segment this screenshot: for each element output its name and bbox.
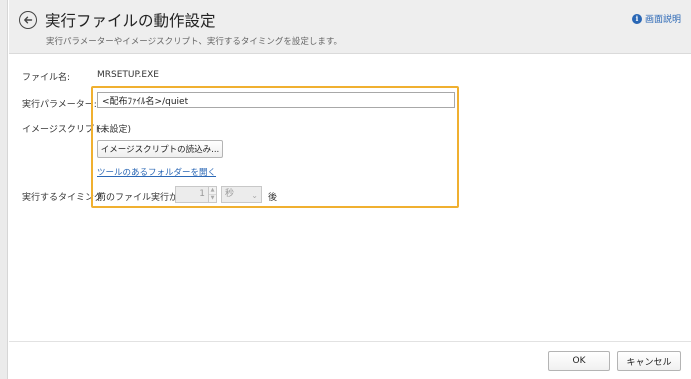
footer-divider <box>9 341 691 342</box>
left-edge-strip <box>0 0 8 379</box>
timing-unit-value: 秒 <box>225 189 235 199</box>
help-link[interactable]: i 画面説明 <box>631 12 681 25</box>
chevron-down-icon: ⌄ <box>251 191 258 200</box>
timing-prefix-text: 前のファイル実行から <box>97 193 188 203</box>
info-icon: i <box>631 13 642 24</box>
timing-amount-stepper[interactable]: ▲ ▼ <box>208 186 217 203</box>
parameter-label: 実行パラメーター: <box>22 100 97 110</box>
arrow-left-icon <box>24 16 33 24</box>
stepper-up-icon[interactable]: ▲ <box>209 187 216 195</box>
help-link-label: 画面説明 <box>644 15 681 25</box>
ok-button[interactable]: OK <box>548 351 610 371</box>
image-script-value: (未設定) <box>97 125 132 135</box>
parameter-input[interactable] <box>97 92 455 108</box>
timing-unit-select[interactable]: 秒 ⌄ <box>221 186 262 203</box>
back-button[interactable] <box>19 11 37 29</box>
page-subtitle: 実行パラメーターやイメージスクリプト、実行するタイミングを設定します。 <box>46 37 343 47</box>
header-bar: 実行ファイルの動作設定 実行パラメーターやイメージスクリプト、実行するタイミング… <box>9 0 691 54</box>
page-title: 実行ファイルの動作設定 <box>45 12 216 30</box>
open-tool-folder-link[interactable]: ツールのあるフォルダーを開く <box>97 166 216 178</box>
stepper-down-icon[interactable]: ▼ <box>209 195 216 203</box>
timing-suffix-text: 後 <box>268 193 278 203</box>
filename-label: ファイル名: <box>22 73 71 83</box>
cancel-button[interactable]: キャンセル <box>617 351 681 371</box>
filename-value: MRSETUP.EXE <box>97 70 159 80</box>
timing-amount-input[interactable]: 1 <box>175 186 209 203</box>
load-image-script-button[interactable]: イメージスクリプトの読込み... <box>97 140 223 158</box>
